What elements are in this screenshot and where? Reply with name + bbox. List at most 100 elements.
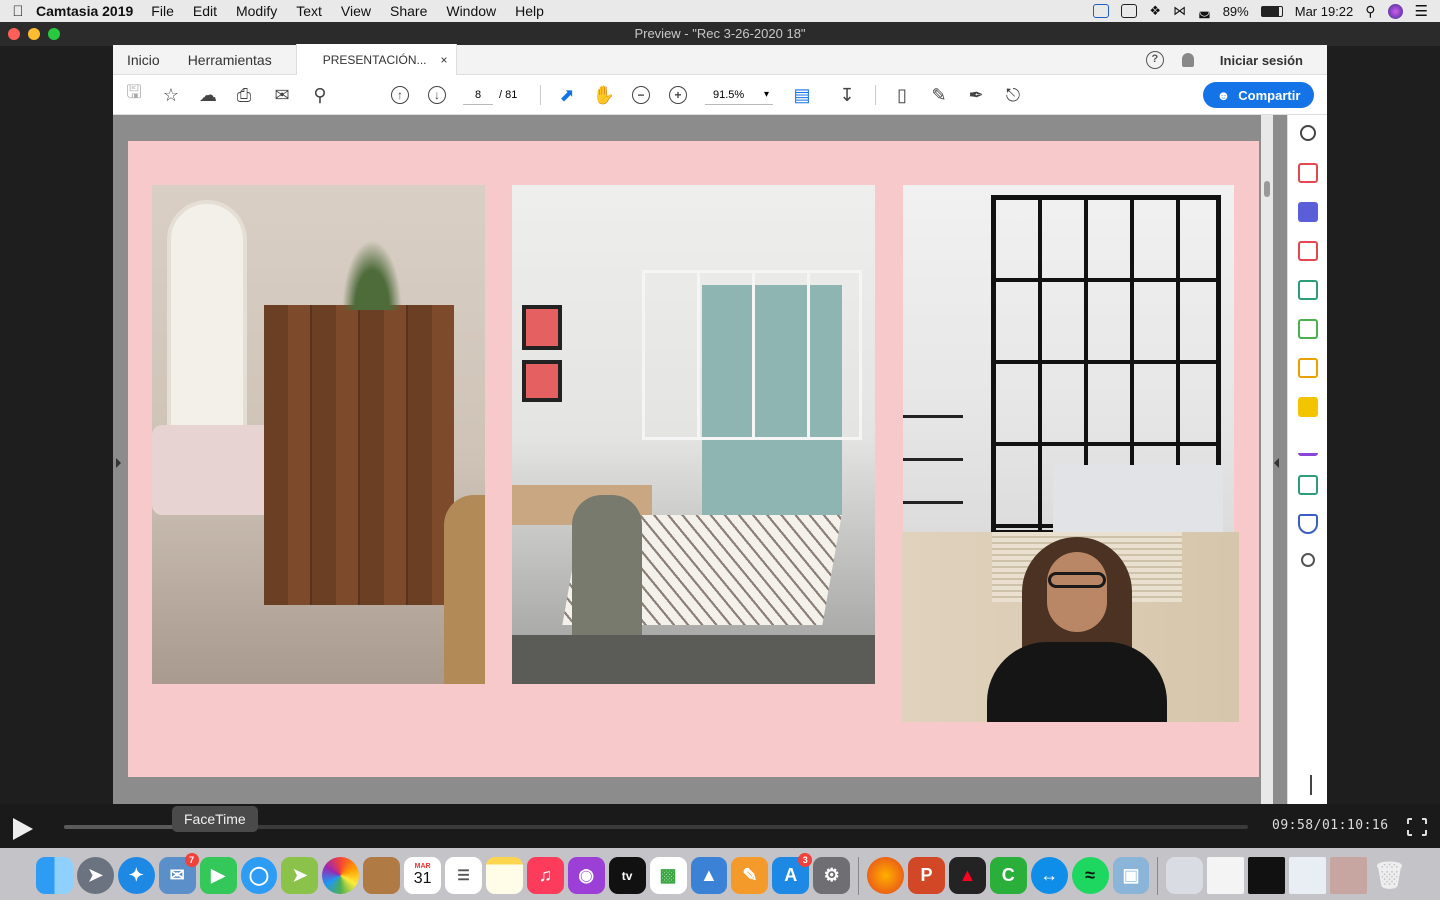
share-button[interactable]: ☻ Compartir [1203,82,1314,108]
numbers-icon[interactable]: ▩ [649,857,687,894]
dropbox-status-icon[interactable]: ❖ [1149,3,1161,19]
close-window-button[interactable] [8,28,20,40]
menu-window[interactable]: Window [446,3,496,19]
save-icon[interactable]: 🖫 [122,82,146,107]
right-panel-toggle-icon[interactable] [1274,458,1279,468]
select-cursor-icon[interactable]: ⬈ [555,83,579,107]
page-number-input[interactable]: 8 [463,85,493,105]
facetime-icon[interactable]: ▶ [199,857,237,894]
contacts-icon[interactable] [363,857,401,894]
scrollbar-thumb[interactable] [1264,181,1270,197]
window-status-icon[interactable] [1121,4,1138,18]
zoom-in-icon[interactable]: + [666,83,690,107]
folder-stack-icon[interactable] [1166,857,1204,894]
combine-files-icon[interactable] [1298,319,1318,339]
spotlight-search-icon[interactable]: ⚲ [1365,3,1375,20]
zoom-window-button[interactable] [48,28,60,40]
minimized-window-4-icon[interactable] [1330,857,1367,894]
menu-share[interactable]: Share [390,3,427,19]
preview-icon[interactable]: ▣ [1112,857,1150,894]
clock[interactable]: Mar 19:22 [1295,4,1354,19]
search-zoom-icon[interactable] [1300,125,1316,141]
siri-icon[interactable] [1387,3,1403,19]
camtasia-icon[interactable]: C [989,857,1027,894]
previous-page-icon[interactable]: ↑ [388,83,412,107]
acrobat-icon[interactable]: ▲ [948,857,986,894]
system-preferences-icon[interactable]: ⚙ [813,857,851,894]
keynote-icon[interactable]: ▲ [690,857,728,894]
music-icon[interactable]: ♫ [526,857,564,894]
vertical-scrollbar[interactable] [1261,115,1273,804]
print-icon[interactable]: ⎙ [232,83,256,107]
photos-icon[interactable] [322,857,360,894]
create-pdf-icon[interactable] [1298,202,1318,222]
appletv-icon[interactable]: tv [608,857,646,894]
organize-pages-icon[interactable] [1298,241,1318,261]
messages-icon[interactable]: ◯ [240,857,278,894]
more-tools-icon[interactable] [1301,553,1315,567]
notification-center-icon[interactable]: ☰ [1415,2,1428,20]
edit-pdf-icon[interactable] [1298,280,1318,300]
safari-icon[interactable]: ✦ [117,857,155,894]
sign-in-link[interactable]: Iniciar sesión [1220,53,1303,68]
menu-help[interactable]: Help [515,3,544,19]
minimized-window-1-icon[interactable] [1207,857,1245,894]
minimized-window-3-icon[interactable] [1289,857,1327,894]
bookmark-star-icon[interactable]: ☆ [159,83,183,107]
document-view[interactable] [113,115,1287,804]
upload-cloud-icon[interactable]: ☁ [196,83,220,107]
page-fit-icon[interactable]: ▤ [790,83,814,107]
zoom-level-dropdown[interactable]: 91.5% [705,85,773,105]
podcasts-icon[interactable]: ◉ [567,857,605,894]
teamviewer-icon[interactable]: ↔ [1030,857,1068,894]
find-text-icon[interactable]: ⚲ [308,83,332,107]
sign-icon[interactable]: ✒ [964,83,988,107]
fullscreen-icon[interactable] [1406,817,1428,837]
hand-tool-icon[interactable]: ✋ [592,83,616,107]
comment-icon[interactable]: ▯ [890,83,914,107]
spotify-icon[interactable]: ≈ [1071,857,1109,894]
tab-document[interactable]: PRESENTACIÓN... × [295,44,457,75]
teamviewer-status-icon[interactable] [1093,4,1110,18]
send-sign-icon[interactable] [1298,436,1318,456]
highlight-pen-icon[interactable]: ✎ [927,83,951,107]
zoom-out-icon[interactable]: − [629,83,653,107]
notification-bell-icon[interactable] [1181,53,1194,67]
firefox-icon[interactable] [867,857,905,894]
menu-text[interactable]: Text [296,3,322,19]
stamp-icon[interactable]: ⎋ [1001,83,1025,107]
finder-icon[interactable] [36,857,73,894]
bluetooth-status-icon[interactable]: ⋈ [1173,3,1186,19]
minimized-window-2-icon[interactable] [1248,857,1286,894]
help-icon[interactable]: ? [1145,51,1164,69]
powerpoint-icon[interactable]: P [908,857,945,894]
comment-panel-icon[interactable] [1298,397,1318,417]
launchpad-icon[interactable]: ➤ [76,857,114,894]
left-panel-toggle-icon[interactable] [116,458,121,468]
email-icon[interactable]: ✉ [270,83,294,107]
reminders-icon[interactable]: ☰ [445,857,482,894]
menu-file[interactable]: File [151,3,174,19]
collapse-panel-icon[interactable] [1298,775,1312,795]
menu-view[interactable]: View [341,3,371,19]
minimize-window-button[interactable] [28,28,40,40]
close-tab-icon[interactable]: × [441,53,448,67]
calendar-icon[interactable]: MAR 31 [404,857,442,894]
export-pdf-icon[interactable] [1298,163,1318,183]
maps-icon[interactable]: ➤ [281,857,319,894]
tab-home[interactable]: Inicio [113,45,174,75]
trash-icon[interactable]: 🗑 [1371,857,1408,894]
play-icon[interactable] [13,818,33,840]
app-store-icon[interactable]: A3 [772,853,813,894]
next-page-icon[interactable]: ↓ [425,83,449,107]
scan-ocr-icon[interactable] [1298,475,1318,495]
tab-tools[interactable]: Herramientas [174,45,286,75]
battery-icon[interactable] [1260,5,1283,17]
pages-icon[interactable]: ✎ [731,857,769,894]
wifi-icon[interactable]: ◛ [1198,3,1211,19]
app-name-menu[interactable]: Camtasia 2019 [36,3,133,19]
menu-edit[interactable]: Edit [193,3,217,19]
scroll-mode-icon[interactable]: ↧ [835,83,859,107]
notes-icon[interactable] [485,857,523,894]
fill-sign-icon[interactable] [1298,358,1318,378]
